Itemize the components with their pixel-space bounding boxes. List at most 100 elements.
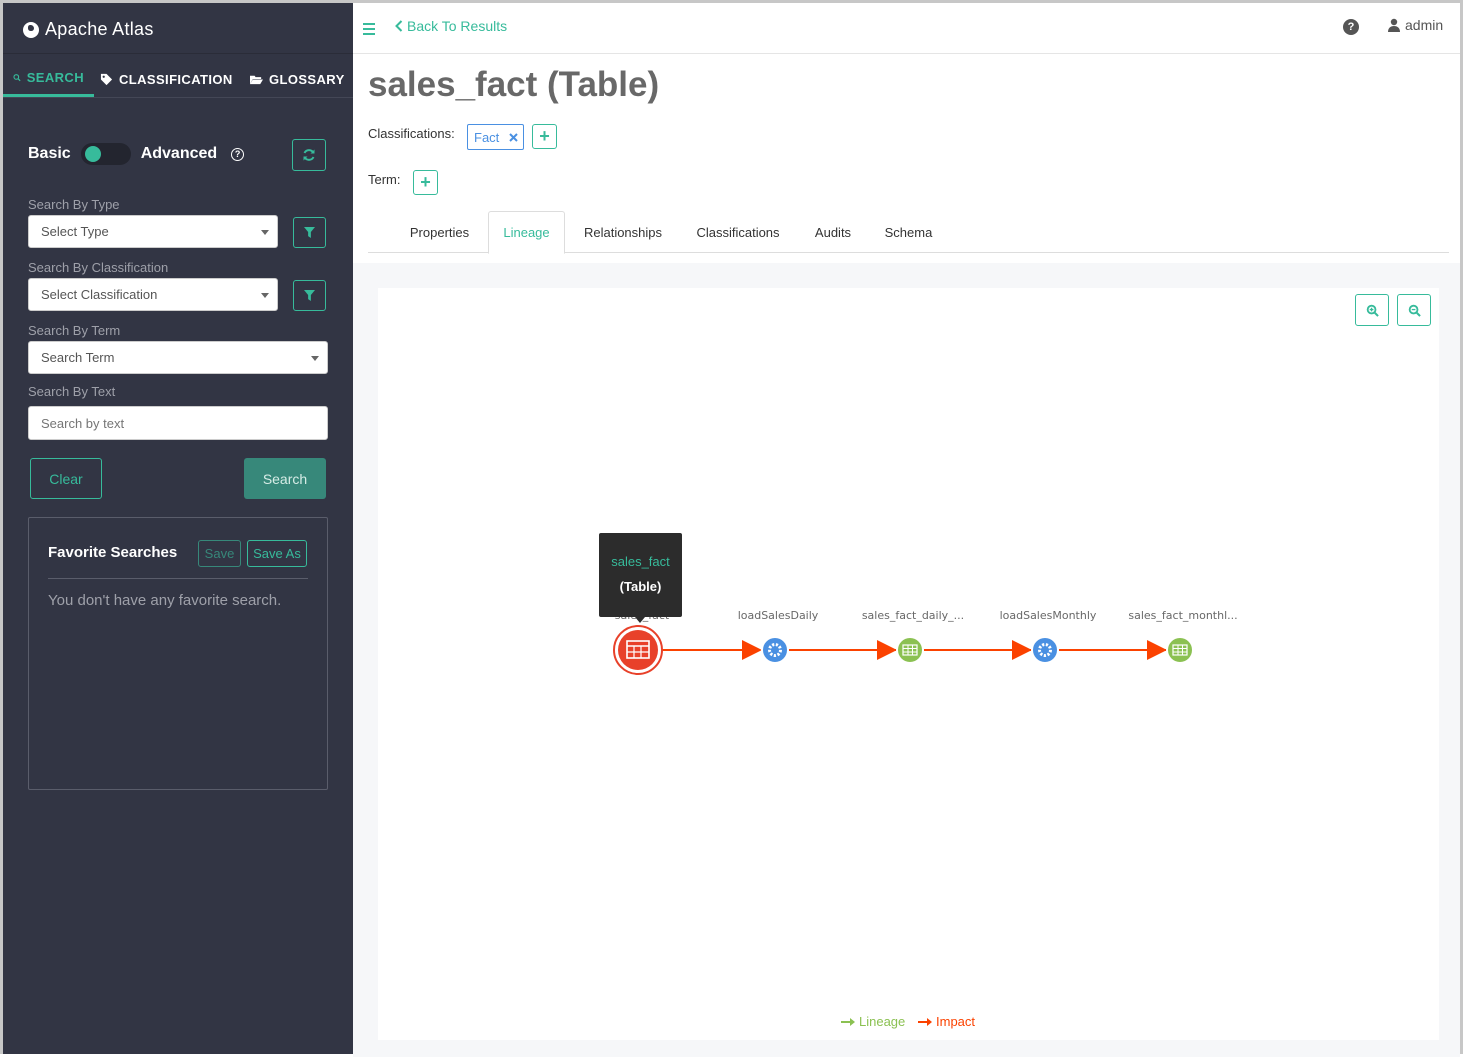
search-by-term-label: Search By Term: [28, 323, 121, 338]
search-mode-toggle[interactable]: [80, 143, 131, 165]
favorite-searches-title: Favorite Searches: [48, 544, 178, 561]
page-title: sales_fact (Table): [368, 65, 660, 104]
legend-impact: Impact: [918, 1014, 975, 1029]
globe-icon: [23, 21, 39, 38]
sidebar-tabs: SEARCH CLASSIFICATION GLOSSARY: [3, 61, 353, 97]
plus-icon: +: [420, 172, 431, 192]
save-as-button[interactable]: Save As: [247, 540, 307, 567]
filter-icon: [304, 227, 315, 238]
arrow-right-icon: [841, 1017, 855, 1026]
search-by-text-label: Search By Text: [28, 384, 116, 399]
search-by-type-label: Search By Type: [28, 197, 120, 212]
brand[interactable]: Apache Atlas: [23, 19, 154, 40]
lineage-node-label: sales_fact_monthl...: [1128, 609, 1238, 622]
folder-open-icon: [250, 75, 263, 84]
toggle-advanced-label: Advanced: [140, 145, 218, 162]
tab-classifications[interactable]: Classifications: [681, 211, 795, 253]
tooltip-arrow: [635, 617, 645, 623]
chevron-left-icon: [395, 20, 403, 32]
tab-search[interactable]: SEARCH: [3, 61, 94, 97]
tab-relationships[interactable]: Relationships: [567, 211, 679, 253]
term-label: Term:: [368, 172, 401, 187]
search-mode-toggle-row: Basic Advanced ?: [28, 143, 245, 165]
tab-search-label: SEARCH: [26, 70, 84, 85]
type-filter-button[interactable]: [293, 217, 326, 248]
favorite-searches-panel: Favorite Searches Save Save As You don't…: [28, 517, 328, 790]
menu-icon[interactable]: [363, 23, 375, 38]
tooltip-name: sales_fact: [611, 554, 670, 569]
arrow-icon: [877, 640, 897, 660]
tooltip-type: (Table): [619, 579, 662, 594]
tab-properties[interactable]: Properties: [392, 211, 487, 253]
sidebar: Apache Atlas SEARCH CLASSIFICATION GLOSS…: [0, 0, 353, 1054]
lineage-graph-panel: sales_fact loadSalesDaily sales_fact_dai…: [378, 288, 1439, 1040]
lineage-node-current[interactable]: [613, 625, 663, 675]
node-tooltip: sales_fact (Table): [599, 533, 682, 623]
lineage-node-table[interactable]: [896, 636, 924, 664]
add-term-button[interactable]: +: [413, 170, 438, 195]
question-circle-icon[interactable]: ?: [231, 147, 245, 161]
top-bar: Back To Results ? admin: [353, 3, 1460, 54]
username: admin: [1405, 17, 1444, 33]
tab-classification-label: CLASSIFICATION: [119, 71, 233, 87]
toggle-basic-label: Basic: [28, 145, 71, 162]
legend-lineage-label: Lineage: [859, 1014, 906, 1029]
type-select-value: Select Type: [41, 224, 109, 239]
search-icon: [13, 74, 21, 82]
classification-select[interactable]: Select Classification: [28, 278, 278, 311]
plus-icon: +: [539, 126, 550, 146]
back-to-results-link[interactable]: Back To Results: [395, 18, 507, 34]
back-to-results-label: Back To Results: [407, 18, 508, 34]
search-by-classification-label: Search By Classification: [28, 260, 169, 275]
filter-icon: [304, 290, 315, 301]
arrow-icon: [1012, 640, 1032, 660]
user-menu[interactable]: admin: [1388, 17, 1443, 33]
term-select-value: Search Term: [41, 350, 115, 365]
classification-filter-button[interactable]: [293, 280, 326, 311]
tab-schema[interactable]: Schema: [871, 211, 946, 253]
add-classification-button[interactable]: +: [532, 124, 557, 149]
lineage-node-table[interactable]: [1166, 636, 1194, 664]
lineage-node-process[interactable]: [761, 636, 789, 664]
legend-lineage: Lineage: [841, 1014, 905, 1029]
divider: [3, 53, 353, 54]
arrow-icon: [1147, 640, 1167, 660]
lineage-node-process[interactable]: [1031, 636, 1059, 664]
tab-lineage[interactable]: Lineage: [488, 211, 565, 254]
user-icon: [1388, 18, 1400, 32]
search-button[interactable]: Search: [244, 458, 326, 499]
favorite-searches-empty-message: You don't have any favorite search.: [48, 592, 282, 609]
caret-down-icon: [311, 356, 319, 361]
tab-glossary[interactable]: GLOSSARY: [244, 61, 352, 97]
classifications-label: Classifications:: [368, 126, 455, 141]
clear-button[interactable]: Clear: [30, 458, 102, 499]
caret-down-icon: [261, 293, 269, 298]
search-text-input[interactable]: [28, 406, 328, 440]
classification-select-value: Select Classification: [41, 287, 158, 302]
lineage-node-label: loadSalesDaily: [737, 609, 819, 622]
tab-audits[interactable]: Audits: [797, 211, 869, 253]
term-select[interactable]: Search Term: [28, 341, 328, 374]
close-icon[interactable]: [509, 132, 519, 142]
entity-tabs: Properties Lineage Relationships Classif…: [368, 211, 1449, 254]
classification-tag-label: Fact: [474, 129, 500, 145]
save-button[interactable]: Save: [198, 540, 241, 567]
question-circle-icon[interactable]: ?: [1343, 19, 1359, 35]
divider: [3, 97, 353, 98]
refresh-icon: [303, 149, 315, 161]
legend-impact-label: Impact: [936, 1014, 976, 1029]
tab-classification[interactable]: CLASSIFICATION: [94, 61, 244, 97]
main-content: Back To Results ? admin sales_fact (Tabl…: [353, 0, 1463, 1057]
type-select[interactable]: Select Type: [28, 215, 278, 248]
refresh-button[interactable]: [292, 139, 326, 171]
caret-down-icon: [261, 230, 269, 235]
divider: [48, 578, 308, 579]
arrow-right-icon: [918, 1017, 932, 1026]
lineage-node-label: sales_fact_daily_...: [861, 609, 965, 622]
classification-tag[interactable]: Fact: [467, 124, 524, 150]
arrow-icon: [742, 640, 762, 660]
lineage-graph: [613, 625, 1194, 675]
lineage-node-label: loadSalesMonthly: [999, 609, 1097, 622]
tag-icon: [100, 73, 113, 85]
toggle-knob: [84, 146, 101, 162]
